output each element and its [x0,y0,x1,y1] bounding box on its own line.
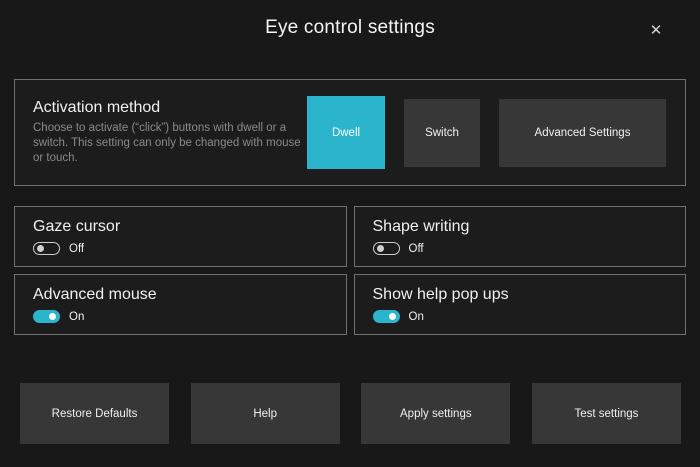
show-help-popups-toggle[interactable] [373,310,400,323]
advanced-mouse-card: Advanced mouse On [14,274,347,335]
toggle-knob [37,245,44,252]
advanced-mouse-title: Advanced mouse [33,286,328,304]
toggle-knob [389,313,396,320]
toggle-cards-grid: Gaze cursor Off Shape writing Off Advanc… [14,206,686,335]
switch-button[interactable]: Switch [404,99,480,167]
activation-method-text: Activation method Choose to activate (“c… [15,99,305,166]
advanced-mouse-state-label: On [69,311,84,323]
activation-method-description: Choose to activate (“click”) buttons wit… [33,121,301,166]
dwell-button[interactable]: Dwell [307,96,385,169]
activation-options: Dwell Switch Advanced Settings [307,80,666,185]
gaze-cursor-card: Gaze cursor Off [14,206,347,267]
activation-method-panel: Activation method Choose to activate (“c… [14,79,686,186]
help-button[interactable]: Help [191,383,340,444]
shape-writing-toggle-row: Off [373,242,668,255]
gaze-cursor-toggle-row: Off [33,242,328,255]
close-icon[interactable]: ✕ [645,19,667,41]
toggle-knob [377,245,384,252]
show-help-popups-state-label: On [409,311,424,323]
test-settings-button[interactable]: Test settings [532,383,681,444]
shape-writing-state-label: Off [409,243,424,255]
show-help-popups-title: Show help pop ups [373,286,668,304]
advanced-mouse-toggle-row: On [33,310,328,323]
page-title: Eye control settings [0,17,700,39]
footer-button-row: Restore Defaults Help Apply settings Tes… [20,383,681,444]
activation-method-title: Activation method [33,99,305,117]
apply-settings-button[interactable]: Apply settings [361,383,510,444]
shape-writing-card: Shape writing Off [354,206,687,267]
gaze-cursor-title: Gaze cursor [33,218,328,236]
advanced-settings-button[interactable]: Advanced Settings [499,99,666,167]
advanced-mouse-toggle[interactable] [33,310,60,323]
gaze-cursor-state-label: Off [69,243,84,255]
shape-writing-title: Shape writing [373,218,668,236]
restore-defaults-button[interactable]: Restore Defaults [20,383,169,444]
gaze-cursor-toggle[interactable] [33,242,60,255]
show-help-popups-card: Show help pop ups On [354,274,687,335]
toggle-knob [49,313,56,320]
show-help-popups-toggle-row: On [373,310,668,323]
shape-writing-toggle[interactable] [373,242,400,255]
